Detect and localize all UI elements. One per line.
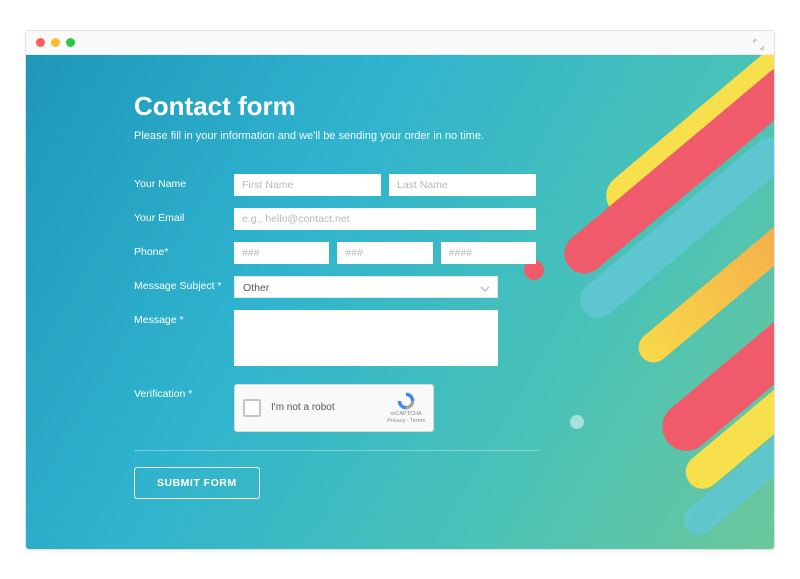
zoom-window-button[interactable] xyxy=(66,38,75,47)
message-textarea[interactable] xyxy=(234,310,498,366)
label-verification: Verification * xyxy=(134,384,234,400)
minimize-window-button[interactable] xyxy=(51,38,60,47)
label-subject: Message Subject * xyxy=(134,276,234,292)
phone-part2-input[interactable] xyxy=(337,242,432,264)
row-phone: Phone* xyxy=(134,242,536,264)
contact-form-panel: Contact form Please fill in your informa… xyxy=(26,55,536,499)
expand-icon[interactable] xyxy=(753,37,764,55)
subject-select[interactable]: Other xyxy=(234,276,498,298)
close-window-button[interactable] xyxy=(36,38,45,47)
divider xyxy=(134,450,539,451)
label-message: Message * xyxy=(134,310,234,326)
email-input[interactable] xyxy=(234,208,536,230)
recaptcha-icon xyxy=(396,391,416,411)
recaptcha-text: I'm not a robot xyxy=(271,402,377,413)
submit-button[interactable]: SUBMIT FORM xyxy=(134,467,260,499)
phone-part1-input[interactable] xyxy=(234,242,329,264)
row-message: Message * xyxy=(134,310,536,366)
label-email: Your Email xyxy=(134,208,234,224)
label-phone: Phone* xyxy=(134,242,234,258)
row-email: Your Email xyxy=(134,208,536,230)
page-viewport: Contact form Please fill in your informa… xyxy=(26,55,774,549)
row-subject: Message Subject * Other xyxy=(134,276,536,298)
titlebar xyxy=(26,31,774,55)
browser-window: Contact form Please fill in your informa… xyxy=(25,30,775,550)
recaptcha-checkbox[interactable] xyxy=(243,399,261,417)
label-name: Your Name xyxy=(134,174,234,190)
phone-part3-input[interactable] xyxy=(441,242,536,264)
row-name: Your Name xyxy=(134,174,536,196)
last-name-input[interactable] xyxy=(389,174,536,196)
first-name-input[interactable] xyxy=(234,174,381,196)
row-verification: Verification * I'm not a robot reCAPTCHA xyxy=(134,384,536,432)
page-subtitle: Please fill in your information and we'l… xyxy=(134,130,536,142)
page-title: Contact form xyxy=(134,91,536,122)
recaptcha-widget[interactable]: I'm not a robot reCAPTCHA Privacy - Term… xyxy=(234,384,434,432)
recaptcha-brand: reCAPTCHA Privacy - Terms xyxy=(387,391,425,424)
window-controls xyxy=(36,38,75,47)
